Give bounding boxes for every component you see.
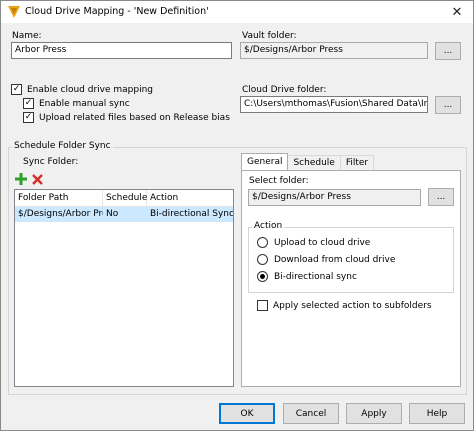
- tab-filter[interactable]: Filter: [339, 155, 375, 170]
- action-group-title: Action: [252, 221, 285, 231]
- checkmark-icon: ✓: [23, 98, 34, 109]
- tab-general[interactable]: General: [241, 153, 289, 170]
- name-label: Name:: [12, 31, 42, 41]
- title-bar: Cloud Drive Mapping - 'New Definition' ✕: [1, 1, 473, 23]
- enable-cloud-mapping-label: Enable cloud drive mapping: [27, 84, 154, 95]
- download-from-cloud-radio[interactable]: Download from cloud drive: [257, 254, 395, 265]
- vault-folder-label: Vault folder:: [242, 31, 297, 41]
- column-header-folder-path[interactable]: Folder Path: [15, 190, 103, 207]
- table-row[interactable]: $/Designs/Arbor Press No Bi-directional …: [15, 207, 233, 222]
- select-folder-field[interactable]: $/Designs/Arbor Press: [248, 189, 421, 206]
- upload-related-files-checkbox[interactable]: ✓ Upload related files based on Release …: [23, 112, 230, 123]
- upload-to-cloud-radio[interactable]: Upload to cloud drive: [257, 237, 370, 248]
- checkmark-icon: ✓: [11, 84, 22, 95]
- bi-directional-sync-radio[interactable]: Bi-directional sync: [257, 271, 357, 282]
- upload-to-cloud-label: Upload to cloud drive: [274, 237, 371, 248]
- close-icon: ✕: [451, 4, 463, 20]
- apply-button[interactable]: Apply: [346, 403, 402, 424]
- sync-folder-label: Sync Folder:: [23, 157, 79, 167]
- radio-indicator-selected: [257, 271, 268, 282]
- name-input[interactable]: Arbor Press: [11, 42, 232, 59]
- vault-folder-browse-button[interactable]: ...: [435, 42, 461, 60]
- help-button[interactable]: Help: [409, 403, 465, 424]
- vault-folder-field[interactable]: $/Designs/Arbor Press: [240, 42, 428, 59]
- column-header-action[interactable]: Action: [147, 190, 233, 207]
- column-header-scheduled[interactable]: Scheduled: [103, 190, 153, 207]
- cloud-drive-folder-browse-button[interactable]: ...: [435, 96, 461, 114]
- general-tab-panel: Select folder: $/Designs/Arbor Press ...…: [241, 170, 461, 387]
- cancel-button[interactable]: Cancel: [283, 403, 339, 424]
- schedule-folder-sync-title: Schedule Folder Sync: [12, 141, 113, 151]
- plus-icon[interactable]: [15, 173, 27, 185]
- x-icon[interactable]: [32, 174, 43, 185]
- cloud-drive-folder-label: Cloud Drive folder:: [242, 85, 327, 95]
- checkmark-icon: ✓: [23, 112, 34, 123]
- radio-indicator: [257, 254, 268, 265]
- apply-to-subfolders-label: Apply selected action to subfolders: [273, 300, 432, 311]
- select-folder-browse-button[interactable]: ...: [428, 188, 454, 206]
- ok-button[interactable]: OK: [219, 403, 275, 424]
- enable-manual-sync-label: Enable manual sync: [39, 98, 130, 109]
- window-title: Cloud Drive Mapping - 'New Definition': [25, 6, 209, 17]
- radio-indicator: [257, 237, 268, 248]
- cell-folder-path: $/Designs/Arbor Press: [18, 209, 103, 219]
- checkbox-indicator: [257, 300, 268, 311]
- bi-directional-sync-label: Bi-directional sync: [274, 271, 357, 282]
- close-button[interactable]: ✕: [441, 1, 473, 23]
- settings-tabs: General Schedule Filter: [241, 153, 375, 170]
- enable-manual-sync-checkbox[interactable]: ✓ Enable manual sync: [23, 98, 130, 109]
- download-from-cloud-label: Download from cloud drive: [274, 254, 396, 265]
- sync-folder-table: Folder Path Scheduled Action $/Designs/A…: [14, 189, 234, 387]
- select-folder-label: Select folder:: [249, 176, 309, 186]
- upload-related-files-label: Upload related files based on Release bi…: [39, 112, 230, 123]
- cloud-drive-mapping-dialog: Cloud Drive Mapping - 'New Definition' ✕…: [0, 0, 474, 431]
- tab-schedule[interactable]: Schedule: [287, 155, 341, 170]
- cell-scheduled: No: [106, 209, 119, 219]
- cloud-drive-folder-input[interactable]: C:\Users\mthomas\Fusion\Shared Data\Inve…: [240, 96, 428, 113]
- cell-action: Bi-directional Sync: [150, 209, 233, 219]
- apply-to-subfolders-checkbox[interactable]: Apply selected action to subfolders: [257, 300, 432, 311]
- vault-app-icon: [8, 6, 20, 18]
- enable-cloud-mapping-checkbox[interactable]: ✓ Enable cloud drive mapping: [11, 84, 153, 95]
